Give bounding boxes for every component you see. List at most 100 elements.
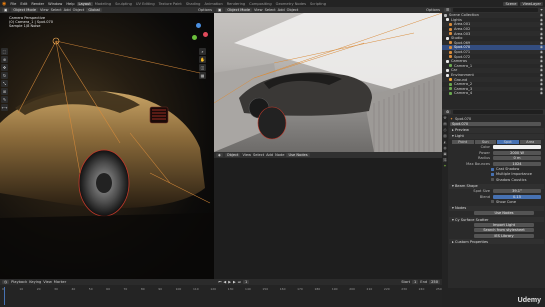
menu-add[interactable]: Add: [64, 8, 71, 12]
blend-field[interactable]: 0.15: [493, 194, 541, 199]
visibility-icon[interactable]: ◉: [540, 78, 545, 82]
menu-keying[interactable]: Keying: [29, 280, 41, 284]
shadow-caustics-checkbox[interactable]: [491, 178, 494, 182]
visibility-icon[interactable]: ◉: [540, 55, 545, 59]
menu-window[interactable]: Window: [46, 2, 64, 6]
timeline[interactable]: ◷ Playback Keying View Marker ⏮ ◀ ▶ ▶ ⏭ …: [0, 279, 442, 307]
search-stylesheet-button[interactable]: Search from stylesheet: [474, 228, 534, 233]
tab-modeling[interactable]: Modeling: [93, 2, 113, 6]
tab-shading[interactable]: Shading: [184, 2, 203, 6]
view-layer-selector[interactable]: ViewLayer: [520, 1, 543, 6]
visibility-icon[interactable]: ◉: [540, 45, 545, 49]
properties-type-icon[interactable]: ⚙: [444, 110, 452, 114]
node-menu-add[interactable]: Add: [266, 153, 273, 157]
editor-type-icon[interactable]: ▣: [2, 8, 10, 12]
tab-compositing[interactable]: Compositing: [247, 2, 274, 6]
menu-file[interactable]: File: [8, 2, 18, 6]
tab-scripting[interactable]: Scripting: [308, 2, 328, 6]
end-frame-field[interactable]: 250: [429, 280, 440, 284]
scene-selector[interactable]: Scene: [503, 1, 519, 6]
use-nodes-toggle[interactable]: Use Nodes: [286, 153, 310, 157]
visibility-icon[interactable]: ◉: [540, 87, 545, 91]
tab-sun[interactable]: Sun: [474, 139, 496, 144]
outliner-search-input[interactable]: [453, 8, 539, 12]
object-name[interactable]: Spot.070: [455, 117, 471, 121]
menu-marker[interactable]: Marker: [54, 280, 66, 284]
tab-texture-paint[interactable]: Texture Paint: [157, 2, 184, 6]
show-cone-row[interactable]: Show Cone: [449, 199, 544, 204]
preview-mode-selector[interactable]: Object Mode: [225, 8, 253, 12]
tab-area[interactable]: Area: [519, 139, 541, 144]
radius-field[interactable]: 0 m: [493, 156, 541, 161]
use-nodes-button[interactable]: Use Nodes: [474, 211, 534, 216]
menu-object[interactable]: Object: [73, 8, 85, 12]
preview-menu-select[interactable]: Select: [265, 8, 276, 12]
visibility-icon[interactable]: ◉: [540, 41, 545, 45]
menu-playback[interactable]: Playback: [11, 280, 27, 284]
visibility-icon[interactable]: ◉: [540, 22, 545, 26]
visibility-icon[interactable]: ◉: [540, 13, 545, 17]
node-menu-node[interactable]: Node: [275, 153, 284, 157]
timeline-ruler[interactable]: 0 10 20 30 40 50 60 70 80 90 100 110 120 130 140 150 160…: [2, 287, 442, 292]
tab-animation[interactable]: Animation: [202, 2, 224, 6]
max-bounces-field[interactable]: 1024: [493, 161, 541, 166]
visibility-icon[interactable]: ◉: [540, 50, 545, 54]
prev-key-icon[interactable]: ◀: [223, 280, 226, 284]
import-light-button[interactable]: Import Light: [474, 222, 534, 227]
shadow-caustics-row[interactable]: Shadow Caustics: [449, 177, 544, 182]
ies-library-button[interactable]: IES Library: [474, 233, 534, 238]
menu-view[interactable]: View: [40, 8, 49, 12]
tab-layout[interactable]: Layout: [76, 1, 93, 6]
list-item[interactable]: Camera_4 ◉: [442, 91, 545, 96]
orientation-selector[interactable]: Global: [86, 8, 102, 12]
power-field[interactable]: 2000 W: [493, 150, 541, 155]
visibility-icon[interactable]: ◉: [540, 64, 545, 68]
tab-spot[interactable]: Spot: [497, 139, 519, 144]
preview-menu-object[interactable]: Object: [287, 8, 299, 12]
preview-menu-view[interactable]: View: [254, 8, 263, 12]
visibility-icon[interactable]: ◉: [540, 73, 545, 77]
tab-sculpting[interactable]: Sculpting: [113, 2, 134, 6]
timeline-type-icon[interactable]: ◷: [2, 280, 10, 284]
mode-selector[interactable]: Object Mode: [11, 8, 39, 12]
next-key-icon[interactable]: ▶: [233, 280, 236, 284]
outliner-type-icon[interactable]: ☰: [444, 8, 452, 12]
playhead[interactable]: [4, 287, 5, 305]
visibility-icon[interactable]: ◉: [540, 91, 545, 95]
node-editor-type-icon[interactable]: ◈: [216, 153, 223, 157]
preview-menu-add[interactable]: Add: [278, 8, 285, 12]
spot-size-field[interactable]: 39.1°: [493, 189, 541, 194]
filter-icon[interactable]: ⏷: [540, 8, 543, 12]
start-frame-field[interactable]: 1: [412, 280, 419, 284]
color-swatch[interactable]: [493, 145, 541, 150]
visibility-icon[interactable]: ◉: [540, 59, 545, 63]
visibility-icon[interactable]: ◉: [540, 82, 545, 86]
menu-render[interactable]: Render: [29, 2, 46, 6]
node-menu-select[interactable]: Select: [253, 153, 264, 157]
visibility-icon[interactable]: ◉: [540, 36, 545, 40]
options-button[interactable]: Options: [198, 8, 212, 12]
properties-search-input[interactable]: [453, 110, 543, 114]
preview-section[interactable]: ▸ Preview: [449, 127, 544, 133]
current-frame-field[interactable]: 1: [242, 280, 250, 284]
tab-geometry-nodes[interactable]: Geometry Nodes: [274, 2, 308, 6]
jump-start-icon[interactable]: ⏮: [218, 280, 221, 284]
node-editor[interactable]: ◈ Object View Select Add Node Use Nodes: [214, 152, 442, 279]
play-icon[interactable]: ▶: [228, 280, 231, 284]
tab-point[interactable]: Point: [452, 139, 474, 144]
visibility-icon[interactable]: ◉: [540, 32, 545, 36]
blender-logo-icon[interactable]: ◉: [0, 1, 8, 7]
node-tree-type-selector[interactable]: Object: [224, 153, 241, 157]
tab-uv-editing[interactable]: UV Editing: [134, 2, 157, 6]
tab-rendering[interactable]: Rendering: [225, 2, 247, 6]
visibility-icon[interactable]: ◉: [540, 18, 545, 22]
multiple-importance-checkbox[interactable]: [491, 172, 494, 176]
preview-editor-type-icon[interactable]: ▣: [216, 8, 224, 12]
custom-properties-section[interactable]: ▸ Custom Properties: [449, 239, 544, 245]
node-menu-view[interactable]: View: [242, 153, 251, 157]
cast-shadow-checkbox[interactable]: [491, 167, 494, 171]
visibility-icon[interactable]: ◉: [540, 68, 545, 72]
show-cone-checkbox[interactable]: [491, 200, 494, 204]
camera-preview-viewport[interactable]: ▣ Object Mode View Select Add Object Opt…: [214, 7, 442, 152]
light-data-tab-icon[interactable]: ✦: [442, 163, 448, 169]
